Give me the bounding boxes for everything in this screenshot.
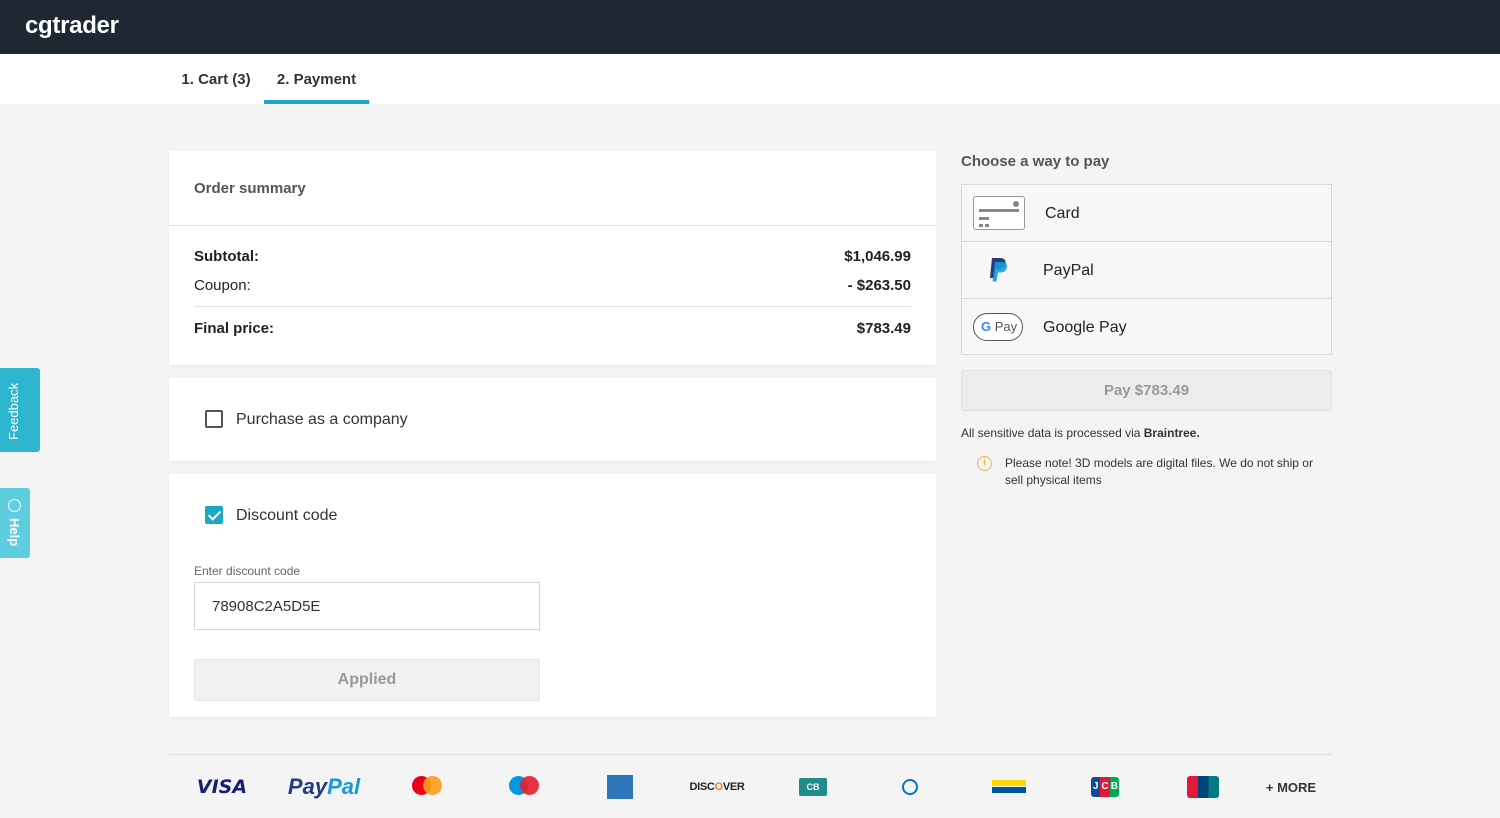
order-summary-title: Order summary xyxy=(169,151,936,226)
top-bar: cgtrader xyxy=(0,0,1500,54)
discount-code-input[interactable] xyxy=(194,582,540,630)
payment-method-google-pay-label: Google Pay xyxy=(1043,319,1127,336)
diners-club-icon xyxy=(879,770,943,804)
feedback-label: Feedback xyxy=(6,382,21,440)
order-summary-card: Order summary Subtotal: $1,046.99 Coupon… xyxy=(169,151,936,365)
coupon-label: Coupon: xyxy=(194,277,251,294)
mastercard-icon xyxy=(409,770,445,804)
discount-checkbox[interactable] xyxy=(205,506,223,524)
payment-method-paypal[interactable]: PayPal xyxy=(962,242,1331,299)
applied-button[interactable]: Applied xyxy=(194,659,540,701)
subtotal-value: $1,046.99 xyxy=(844,248,911,265)
credit-card-icon xyxy=(973,196,1025,230)
final-price-value: $783.49 xyxy=(856,320,911,337)
paypal-logo-icon: Pay Pal xyxy=(287,774,361,799)
discount-card: Discount code Enter discount code Applie… xyxy=(169,474,936,717)
pay-button[interactable]: Pay $783.49 xyxy=(961,370,1332,411)
final-price-label: Final price: xyxy=(194,320,275,337)
final-price-row: Final price: $783.49 xyxy=(194,320,911,337)
help-label: Help xyxy=(7,518,22,547)
payment-brands: VISA Pay Pal DISC O VER CB JCB + MORE xyxy=(169,770,1332,804)
logo[interactable]: cgtrader xyxy=(25,12,119,40)
discover-icon: DISC O VER xyxy=(689,781,745,793)
info-icon: i xyxy=(977,456,992,471)
feedback-tab[interactable]: Feedback xyxy=(0,368,40,452)
jcb-icon: JCB xyxy=(1091,777,1119,797)
visa-icon: VISA xyxy=(196,776,248,798)
step-payment[interactable]: 2. Payment xyxy=(264,54,369,104)
paypal-icon xyxy=(990,258,1008,282)
payment-method-google-pay[interactable]: G Pay Google Pay xyxy=(962,299,1331,355)
company-label[interactable]: Purchase as a company xyxy=(236,411,408,429)
payment-method-card[interactable]: Card xyxy=(962,185,1331,242)
more-brands-link[interactable]: + MORE xyxy=(1263,770,1319,804)
coupon-row: Coupon: - $263.50 xyxy=(194,277,911,294)
amex-icon xyxy=(607,775,633,799)
payment-title: Choose a way to pay xyxy=(961,153,1110,170)
company-checkbox[interactable] xyxy=(205,410,223,428)
cb-icon: CB xyxy=(799,778,827,796)
google-pay-icon: G Pay xyxy=(973,313,1023,341)
braintree-link: Braintree. xyxy=(1143,426,1200,440)
payment-method-card-label: Card xyxy=(1045,205,1080,222)
help-tab[interactable]: Help xyxy=(0,488,30,558)
step-cart[interactable]: 1. Cart (3) xyxy=(176,54,256,104)
unionpay-icon xyxy=(1187,776,1219,798)
coupon-value: - $263.50 xyxy=(847,277,911,294)
bancontact-icon xyxy=(989,770,1029,804)
help-icon xyxy=(8,499,21,512)
payment-method-paypal-label: PayPal xyxy=(1043,262,1094,279)
sensitive-data-note: All sensitive data is processed via Brai… xyxy=(961,426,1200,440)
subtotal-label: Subtotal: xyxy=(194,248,259,265)
discount-label[interactable]: Discount code xyxy=(236,507,337,525)
discount-field-label: Enter discount code xyxy=(194,564,301,578)
payment-methods: Card PayPal G Pay Google Pay xyxy=(961,184,1332,355)
subtotal-row: Subtotal: $1,046.99 xyxy=(194,248,911,265)
company-card: Purchase as a company xyxy=(169,378,936,461)
maestro-icon xyxy=(506,770,542,804)
checkout-steps: 1. Cart (3) 2. Payment xyxy=(0,54,1500,104)
digital-files-note: Please note! 3D models are digital files… xyxy=(1005,456,1313,487)
summary-divider xyxy=(194,306,911,307)
footer-divider xyxy=(169,754,1332,755)
